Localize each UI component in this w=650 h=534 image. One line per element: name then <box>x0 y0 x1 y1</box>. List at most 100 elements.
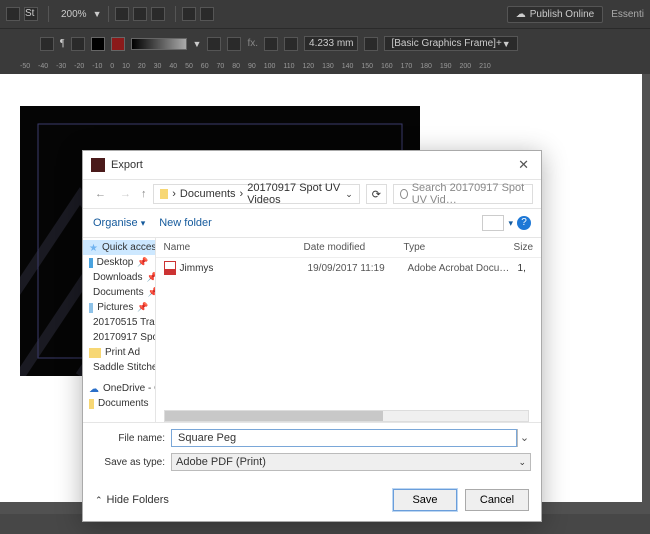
col-name[interactable]: Name <box>164 242 304 253</box>
folder-icon <box>89 399 94 409</box>
object-style-label: [Basic Graphics Frame]+ <box>391 38 501 49</box>
fill-swatch[interactable] <box>91 37 105 51</box>
cancel-button[interactable]: Cancel <box>465 489 529 511</box>
view-icon-1[interactable] <box>115 7 129 21</box>
pin-icon: 📌 <box>146 272 155 283</box>
new-folder-button[interactable]: New folder <box>159 217 212 229</box>
object-style-dropdown[interactable]: [Basic Graphics Frame]+ ▼ <box>384 36 517 51</box>
refresh-button[interactable]: ⟳ <box>366 184 387 204</box>
stroke-weight-field[interactable]: 4.233 mm <box>304 36 358 51</box>
export-dialog: Export ✕ ← → ↑ › Documents › 20170917 Sp… <box>82 150 542 522</box>
align-icon[interactable] <box>284 37 298 51</box>
sidebar-item-folder-4[interactable]: Saddle Stitched <box>83 360 155 375</box>
crumb-documents[interactable]: Documents <box>180 188 236 200</box>
sidebar-item-folder-2[interactable]: 20170917 Spot U <box>83 330 155 345</box>
search-placeholder: Search 20170917 Spot UV Vid… <box>412 182 526 206</box>
file-list-header[interactable]: Name Date modified Type Size <box>156 238 541 258</box>
filename-input[interactable]: Square Peg <box>171 429 517 447</box>
arrange-icon[interactable] <box>182 7 196 21</box>
zoom-dropdown-icon[interactable]: ▼ <box>93 9 102 19</box>
saveas-label: Save as type: <box>93 457 165 468</box>
app-topbar: St 200% ▼ ☁ Publish Online Essenti <box>0 0 650 28</box>
scrollbar-thumb[interactable] <box>165 411 383 421</box>
pin-icon: 📌 <box>137 257 148 268</box>
effect-icon[interactable] <box>264 37 278 51</box>
col-date[interactable]: Date modified <box>304 242 404 253</box>
sidebar-item-folder-1[interactable]: 20170515 Trades <box>83 315 155 330</box>
crumb-folder[interactable]: 20170917 Spot UV Videos <box>247 182 341 206</box>
hide-folders-button[interactable]: ⌃ Hide Folders <box>95 494 169 506</box>
file-size: 1, <box>518 263 526 274</box>
saveas-value: Adobe PDF (Print) <box>176 456 266 468</box>
folder-icon <box>160 189 169 199</box>
dialog-nav: ← → ↑ › Documents › 20170917 Spot UV Vid… <box>83 180 541 209</box>
sidebar-item-documents-2[interactable]: Documents <box>83 396 155 411</box>
file-name: Jimmys <box>180 263 308 274</box>
horizontal-scrollbar[interactable] <box>164 410 529 422</box>
nav-sidebar: ★Quick access Desktop📌 Downloads📌 Docume… <box>83 238 156 422</box>
chevron-down-icon: ▼ <box>502 39 511 49</box>
sidebar-item-folder-3[interactable]: Print Ad <box>83 345 155 360</box>
search-input[interactable]: Search 20170917 Spot UV Vid… <box>393 184 533 204</box>
dialog-title: Export <box>111 159 514 171</box>
sidebar-item-desktop[interactable]: Desktop📌 <box>83 255 155 270</box>
filename-label: File name: <box>93 433 165 444</box>
filename-history-dropdown[interactable]: ⌄ <box>517 429 531 447</box>
sidebar-item-onedrive[interactable]: ☁OneDrive - Cimpr <box>83 381 155 396</box>
nav-forward-button: → <box>116 186 135 202</box>
sidebar-item-quick-access[interactable]: ★Quick access <box>83 240 155 255</box>
control-panel: ¶ ▼ fx. 4.233 mm [Basic Graphics Frame]+… <box>0 28 650 58</box>
organise-button[interactable]: Organise ▾ <box>93 217 145 229</box>
gpu-icon[interactable] <box>200 7 214 21</box>
folder-icon <box>89 348 101 358</box>
dialog-titlebar[interactable]: Export ✕ <box>83 151 541 180</box>
search-icon <box>400 189 408 199</box>
gradient-dropdown-icon[interactable]: ▼ <box>193 39 202 49</box>
file-date: 19/09/2017 11:19 <box>308 263 408 274</box>
col-type[interactable]: Type <box>404 242 514 253</box>
workspace-switcher[interactable]: Essenti <box>611 9 644 20</box>
desktop-icon <box>89 258 93 268</box>
star-icon: ★ <box>89 243 98 253</box>
opt-2-icon[interactable] <box>227 37 241 51</box>
saveas-type-dropdown[interactable]: Adobe PDF (Print) ⌄ <box>171 453 531 471</box>
sidebar-item-pictures[interactable]: Pictures📌 <box>83 300 155 315</box>
dialog-footer: ⌃ Hide Folders Save Cancel <box>83 479 541 521</box>
stroke-swatch[interactable] <box>111 37 125 51</box>
publish-label: Publish Online <box>530 9 594 20</box>
chevron-down-icon: ⌄ <box>518 457 526 468</box>
file-row[interactable]: Jimmys 19/09/2017 11:19 Adobe Acrobat Do… <box>156 258 541 278</box>
view-options-button[interactable] <box>482 215 504 231</box>
view-dropdown-icon[interactable]: ▾ <box>508 218 513 229</box>
horizontal-ruler: -50 -40 -30 -20 -10 0 10 20 30 40 50 60 … <box>0 58 650 74</box>
view-icon-2[interactable] <box>133 7 147 21</box>
crumb-dropdown-icon[interactable]: ⌄ <box>345 189 353 200</box>
close-button[interactable]: ✕ <box>514 157 533 173</box>
app-menu-icon[interactable] <box>6 7 20 21</box>
cloud-up-icon: ☁ <box>516 9 526 20</box>
nav-up-button[interactable]: ↑ <box>141 188 147 200</box>
file-type: Adobe Acrobat Docu… <box>408 263 518 274</box>
opt-1-icon[interactable] <box>207 37 221 51</box>
hide-folders-label: Hide Folders <box>107 494 169 506</box>
save-button[interactable]: Save <box>393 489 457 511</box>
view-icon-3[interactable] <box>151 7 165 21</box>
publish-online-button[interactable]: ☁ Publish Online <box>507 6 603 23</box>
pictures-icon <box>89 303 93 313</box>
col-size[interactable]: Size <box>514 242 533 253</box>
help-button[interactable]: ? <box>517 216 531 230</box>
gradient-preview[interactable] <box>131 38 187 50</box>
pdf-icon <box>164 261 176 275</box>
screen-mode-icon[interactable]: St <box>24 7 38 21</box>
nav-back-button[interactable]: ← <box>91 186 110 202</box>
sidebar-item-documents[interactable]: Documents📌 <box>83 285 155 300</box>
zoom-level[interactable]: 200% <box>55 7 93 22</box>
corner-icon[interactable] <box>364 37 378 51</box>
cloud-icon: ☁ <box>89 384 99 394</box>
para-style-icon[interactable] <box>40 37 54 51</box>
breadcrumb[interactable]: › Documents › 20170917 Spot UV Videos ⌄ <box>153 184 360 204</box>
sidebar-item-downloads[interactable]: Downloads📌 <box>83 270 155 285</box>
dialog-fields: File name: Square Peg ⌄ Save as type: Ad… <box>83 422 541 479</box>
char-style-icon[interactable] <box>71 37 85 51</box>
dialog-toolbar: Organise ▾ New folder ▾ ? <box>83 209 541 238</box>
